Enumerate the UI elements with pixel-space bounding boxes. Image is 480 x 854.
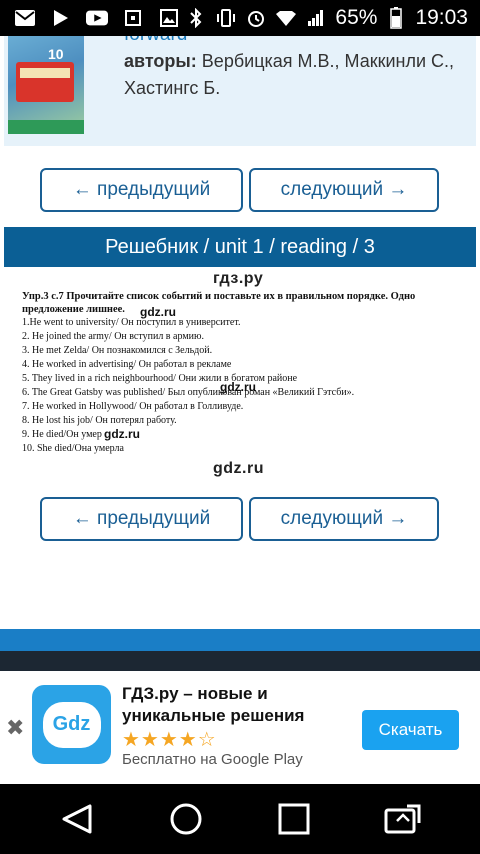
battery-icon [385, 7, 407, 29]
exercise-line: 2. He joined the army/ Он вступил в арми… [22, 331, 204, 342]
app-icon-text: Gdz [42, 701, 101, 748]
book-authors: авторы: Вербицкая М.В., Маккинли С., Хас… [124, 48, 464, 102]
site-label-top: гдз.ру [213, 270, 264, 287]
footer-bar [0, 629, 480, 651]
download-button[interactable]: Скачать [362, 710, 459, 750]
watermark: gdz.ru [220, 380, 256, 394]
system-nav-bar [0, 784, 480, 854]
exercise-line: 1.He went to university/ Он поступил в у… [22, 317, 241, 328]
authors-label: авторы: [124, 51, 197, 71]
prev-button-bottom[interactable]: ← предыдущий [40, 497, 243, 541]
app-icon[interactable]: Gdz [32, 685, 111, 764]
exercise-line: 7. He worked in Hollywood/ Он работал в … [22, 401, 244, 412]
clock: 19:03 [415, 6, 468, 29]
home-icon[interactable] [166, 803, 206, 835]
signal-icon [305, 7, 327, 29]
next-button-bottom[interactable]: следующий → [249, 497, 439, 541]
close-icon[interactable]: ✖ [6, 715, 24, 741]
book-card[interactable]: 10 forward авторы: Вербицкая М.В., Макки… [4, 36, 476, 146]
status-bar: 65% 19:03 [0, 0, 480, 36]
rating-stars-icon: ★★★★☆ [122, 729, 217, 751]
recents-icon[interactable] [274, 803, 314, 835]
footer-dark-band [0, 651, 480, 671]
exercise-header: Упр.3 с.7 Прочитайте список событий и по… [22, 291, 416, 315]
exercise-line: 8. He lost his job/ Он потерял работу. [22, 415, 177, 426]
alarm-icon [245, 7, 267, 29]
wifi-icon [275, 7, 297, 29]
photo-icon [158, 7, 180, 29]
youtube-icon [86, 7, 108, 29]
book-title[interactable]: forward [124, 36, 187, 46]
watermark: gdz.ru [140, 305, 176, 319]
square-icon [122, 7, 144, 29]
exercise-line: 10. She died/Она умерла [22, 443, 124, 454]
site-label-bottom: gdz.ru [213, 460, 264, 477]
next-button[interactable]: следующий → [249, 168, 439, 212]
mail-icon [14, 7, 36, 29]
watermark: gdz.ru [104, 427, 140, 441]
play-icon [50, 7, 72, 29]
exercise-line: 3. He met Zelda/ Он познакомился с Зельд… [22, 345, 213, 356]
prev-button[interactable]: ← предыдущий [40, 168, 243, 212]
ad-banner[interactable]: ✖ Gdz ГДЗ.ру – новые и уникальные решени… [0, 671, 480, 784]
bluetooth-icon [185, 7, 207, 29]
ad-subtitle: Бесплатно на Google Play [122, 751, 303, 768]
cover-number: 10 [48, 46, 64, 62]
back-icon[interactable] [57, 803, 97, 835]
ad-title[interactable]: ГДЗ.ру – новые и уникальные решения [122, 683, 352, 727]
vibrate-icon [215, 7, 237, 29]
exercise-line: 9. He died/Он умер [22, 429, 102, 440]
battery-percent: 65% [335, 6, 378, 29]
exercise-line: 4. He worked in advertising/ Он работал … [22, 359, 232, 370]
book-cover-image[interactable]: 10 [8, 36, 84, 134]
switch-icon[interactable] [383, 803, 423, 835]
breadcrumb: Решебник / unit 1 / reading / 3 [4, 227, 476, 267]
exercise-image: Упр.3 с.7 Прочитайте список событий и по… [22, 290, 462, 456]
